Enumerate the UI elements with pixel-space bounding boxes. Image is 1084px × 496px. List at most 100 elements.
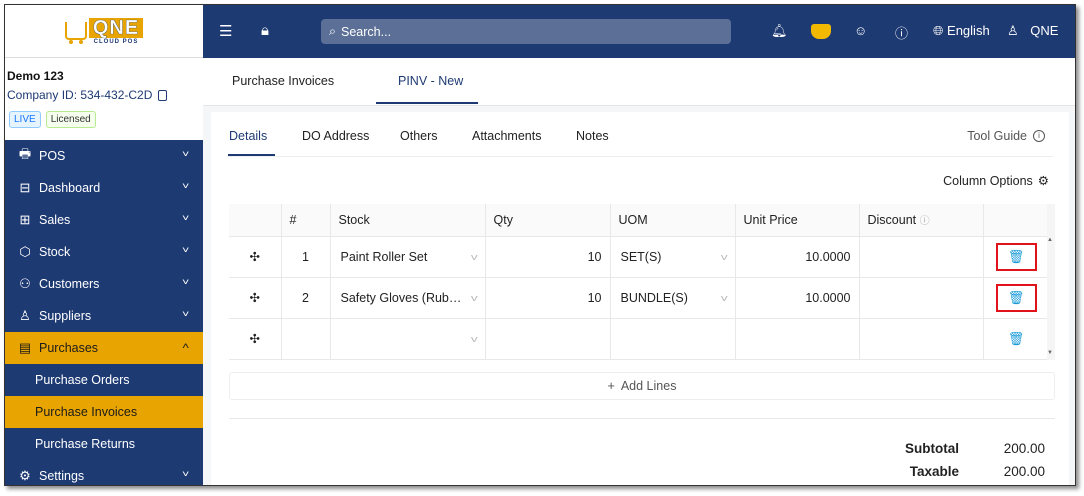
user-name: QNE [1030,23,1059,38]
discount-input[interactable] [859,318,984,360]
tab-pinv-new[interactable]: PINV - New [398,74,463,88]
search-placeholder: Search... [341,24,392,39]
tab-others[interactable]: Others [400,129,438,143]
discount-input[interactable] [859,236,984,278]
tab-purchase-invoices[interactable]: Purchase Invoices [232,74,334,88]
delete-cell: 🗑︎ [983,318,1050,360]
unit-price-input[interactable]: 10.0000 [735,277,860,319]
table-row: ✣ 2 Safety Gloves (Rub… v 10 BUNDLE(S) v 1… [229,277,1050,319]
tab-notes[interactable]: Notes [576,129,609,143]
sidebar-item-label: Stock [39,245,71,259]
copy-icon[interactable] [158,89,168,101]
tab-attachments[interactable]: Attachments [472,129,541,143]
chevron-down-icon: v [720,292,728,303]
tool-guide-label: Tool Guide [967,129,1027,143]
stock-select[interactable]: Safety Gloves (Rub… v [330,277,486,319]
language-label: English [947,23,990,38]
tab-details[interactable]: Details [229,129,267,143]
sales-cart-icon: ⊞ [19,212,31,227]
delete-cell: 🗑︎ [983,277,1050,319]
user-icon: ♙ [1007,23,1019,38]
stock-value: Safety Gloves (Rub… [340,290,462,305]
scroll-up-icon[interactable]: ▲ [1047,237,1053,243]
lock-icon[interactable]: 🔒︎ [261,22,269,39]
bell-icon[interactable]: 🔔︎ [771,23,788,39]
help-circle-icon[interactable]: ⓘ [920,216,930,227]
help-icon[interactable]: ⓘ [895,23,908,42]
qty-input[interactable]: 10 [485,277,611,319]
column-options-button[interactable]: Column Options ⚙ [943,173,1049,189]
live-badge: LIVE [9,111,41,128]
uom-select[interactable] [610,318,736,360]
uom-select[interactable]: BUNDLE(S) v [610,277,736,319]
drag-handle-icon[interactable]: ✣ [229,277,282,319]
chat-icon[interactable]: ☺ [854,23,867,38]
table-row: ✣ 1 Paint Roller Set v 10 SET(S) v 10.0000… [229,236,1050,278]
details-panel: Details DO Address Others Attachments No… [211,112,1069,485]
menu-collapse-icon[interactable]: ☰ [219,22,232,40]
delete-row-button[interactable]: 🗑︎ [995,242,1037,271]
tab-do-address[interactable]: DO Address [302,129,369,143]
taxable-label: Taxable [909,464,959,479]
column-header-uom: UOM [610,204,736,237]
sidebar-item-suppliers[interactable]: ♙ Suppliers ˅ [5,300,203,332]
app-window: QNE CLOUD POS Demo 123 Company ID: 534-4… [4,4,1076,486]
sidebar-subitem-purchase-orders[interactable]: Purchase Orders [5,364,203,396]
chevron-down-icon: ˅ [181,469,190,479]
delete-column-header [983,204,1050,237]
discount-input[interactable] [859,277,984,319]
sidebar-item-stock[interactable]: ⬡ Stock ˅ [5,236,203,268]
line-items-table: # Stock Qty UOM Unit Price Discount ⓘ ✣ … [229,204,1050,360]
crown-mascot-icon[interactable] [811,24,831,39]
column-header-unit-price: Unit Price [735,204,860,237]
table-scrollbar[interactable] [1047,204,1055,360]
sidebar-item-sales[interactable]: ⊞ Sales ˅ [5,204,203,236]
drag-handle-icon[interactable]: ✣ [229,236,282,278]
pos-icon: 🖶 [18,146,32,161]
chevron-down-icon: ˅ [181,277,190,287]
qty-input[interactable] [485,318,611,360]
stock-value: Paint Roller Set [340,249,428,264]
chevron-down-icon: ˅ [181,181,190,191]
sidebar-item-purchases[interactable]: ▤ Purchases ˄ [5,332,203,364]
gear-icon: ⚙ [1037,174,1049,188]
chevron-down-icon: v [470,333,478,344]
globe-icon: 🌐︎ [933,23,944,38]
uom-select[interactable]: SET(S) v [610,236,736,278]
sidebar-item-pos[interactable]: 🖶 POS ˅ [5,140,203,172]
row-number [281,318,331,360]
search-input[interactable]: ⌕ Search... [321,19,731,44]
purchases-icon: ▤ [18,340,32,355]
active-tab-indicator [376,102,478,104]
language-selector[interactable]: 🌐︎ English [933,23,990,39]
subtotal-value: 200.00 [1003,441,1045,456]
customers-icon: ⚇ [19,276,31,291]
trash-icon[interactable]: 🗑︎ [1008,331,1025,347]
sidebar-subitem-purchase-returns[interactable]: Purchase Returns [5,428,203,460]
sidebar-item-settings[interactable]: ⚙ Settings ˅ [5,460,203,485]
drag-handle-icon[interactable]: ✣ [229,318,282,360]
document-tabs: Purchase Invoices PINV - New [203,58,1075,106]
chevron-down-icon: ˅ [181,309,190,319]
cart-logo-icon [64,22,87,44]
unit-price-input[interactable]: 10.0000 [735,236,860,278]
sidebar-item-dashboard[interactable]: ⊟ Dashboard ˅ [5,172,203,204]
stock-select[interactable]: v [330,318,486,360]
sidebar-item-customers[interactable]: ⚇ Customers ˅ [5,268,203,300]
info-icon: i [1033,130,1045,142]
add-lines-button[interactable]: + Add Lines [229,372,1055,400]
scroll-down-icon[interactable]: ▼ [1047,350,1053,356]
user-menu[interactable]: ♙ QNE [1007,23,1058,39]
discount-label: Discount [867,213,917,228]
stock-select[interactable]: Paint Roller Set v [330,236,486,278]
delete-row-button[interactable]: 🗑︎ [995,283,1037,312]
unit-price-input[interactable] [735,318,860,360]
tool-guide-link[interactable]: Tool Guide i [967,129,1045,143]
sidebar-subitem-purchase-invoices[interactable]: Purchase Invoices [5,396,203,428]
logo-sub-text: CLOUD POS [93,38,139,45]
trash-icon: 🗑︎ [1007,248,1025,264]
logo[interactable]: QNE CLOUD POS [5,5,203,58]
search-icon: ⌕ [329,24,337,38]
sidebar-item-label: POS [39,149,66,163]
qty-input[interactable]: 10 [485,236,611,278]
